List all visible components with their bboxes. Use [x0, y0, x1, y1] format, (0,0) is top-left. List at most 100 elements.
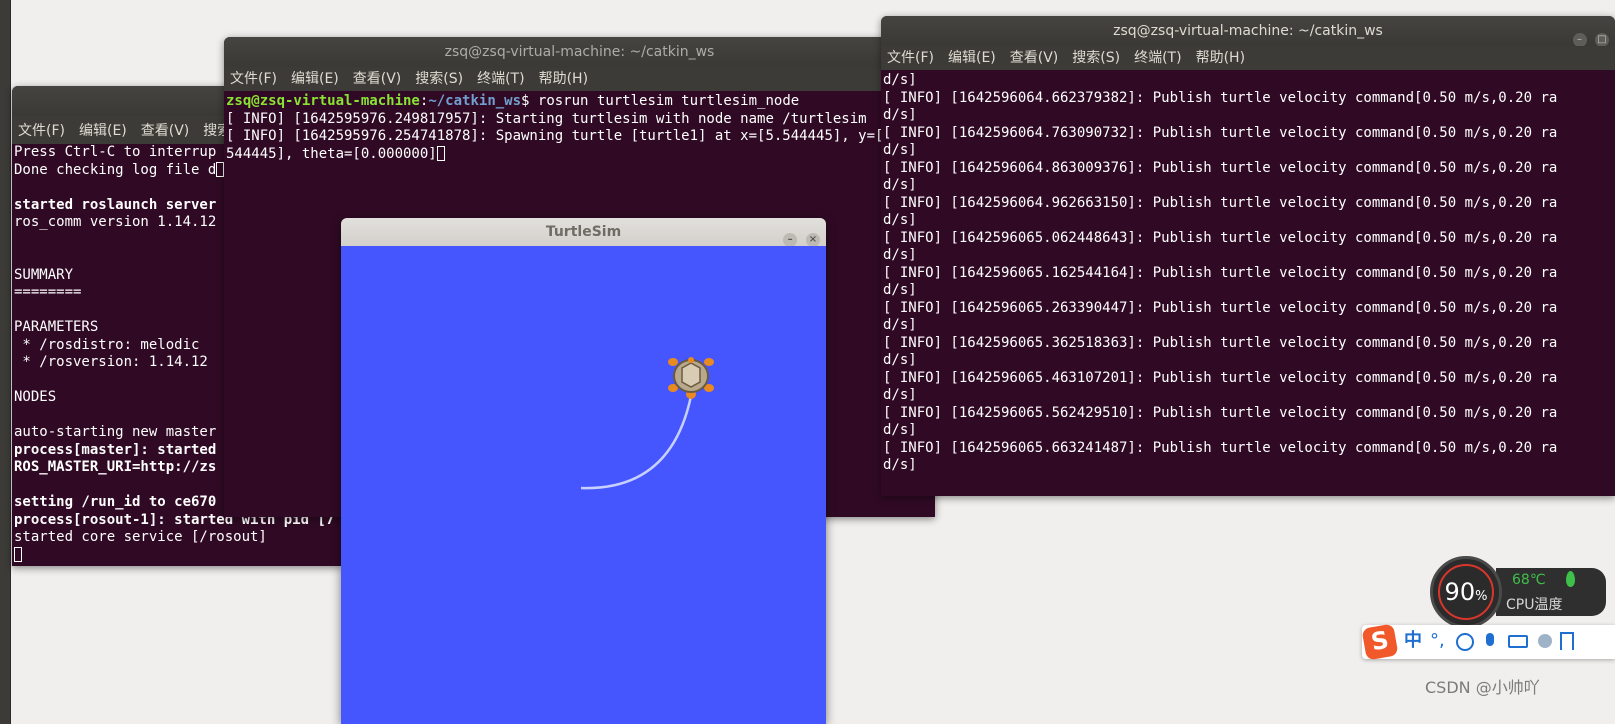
output-line-text: ros_comm version 1.14.12	[14, 214, 217, 230]
cpu-temperature-panel: 68℃ CPU温度	[1496, 568, 1606, 616]
output-line: [ INFO] [1642596065.162544164]: Publish …	[883, 264, 1558, 281]
terminal-turtlesim-title: zsq@zsq-virtual-machine: ~/catkin_ws	[444, 44, 715, 60]
upload-icon[interactable]	[1560, 632, 1574, 650]
turtle-icon	[668, 357, 714, 399]
keyboard-icon[interactable]	[1508, 635, 1528, 648]
output-line: [ INFO] [1642595976.254741878]: Spawning…	[226, 128, 901, 144]
output-line: d/s]	[883, 317, 917, 333]
cpu-usage-gauge: 90%	[1438, 564, 1494, 620]
menu-item[interactable]: 终端(T)	[1134, 50, 1181, 66]
output-line-text: * /rosdistro: melodic	[14, 336, 200, 353]
desktop-left-panel	[0, 0, 11, 724]
output-line: started core service [/rosout]	[14, 529, 342, 547]
output-line: d/s]	[883, 107, 917, 123]
ime-mode-toggle[interactable]: 中	[1404, 629, 1422, 653]
output-line: d/s]	[883, 142, 917, 158]
menu-item[interactable]: 编辑(E)	[291, 71, 339, 87]
turtle-trail-svg	[580, 357, 714, 490]
output-line-text: Done checking log file d	[14, 161, 217, 178]
output-line-text: process[master]: started	[14, 441, 217, 458]
output-line: [ INFO] [1642596065.663241487]: Publish …	[883, 439, 1558, 456]
prompt-user: zsq@zsq-virtual-machine	[226, 93, 420, 109]
output-line: d/s]	[883, 212, 917, 228]
terminal-publisher-output[interactable]: d/s][ INFO] [1642596064.662379382]: Publ…	[881, 70, 1615, 475]
prompt-dollar: $	[521, 93, 538, 109]
output-line-text: ROS_MASTER_URI=http://zs	[14, 459, 217, 475]
output-line: [ INFO] [1642596064.662379382]: Publish …	[883, 89, 1558, 106]
leaf-icon	[1566, 571, 1575, 587]
output-line: d/s]	[883, 72, 917, 88]
cpu-monitor-widget[interactable]: 68℃ CPU温度 90%	[1430, 556, 1615, 630]
command-text: rosrun turtlesim turtlesim_node	[537, 93, 800, 109]
turtlesim-window[interactable]: TurtleSim – ×	[341, 218, 826, 724]
terminal-turtlesim-titlebar[interactable]: zsq@zsq-virtual-machine: ~/catkin_ws	[224, 37, 935, 67]
output-line-text: ========	[14, 284, 82, 300]
csdn-watermark: CSDN @小帅吖	[1425, 678, 1540, 697]
text-cursor	[436, 145, 445, 161]
output-line: 544445], theta=[0.000000]	[226, 145, 437, 162]
output-line	[14, 546, 342, 565]
output-line: [ INFO] [1642596065.562429510]: Publish …	[883, 404, 1558, 421]
cpu-usage-unit: %	[1475, 589, 1488, 604]
output-line: [ INFO] [1642596065.062448643]: Publish …	[883, 229, 1558, 246]
output-line: [ INFO] [1642596064.763090732]: Publish …	[883, 124, 1558, 141]
output-line: d/s]	[883, 352, 917, 368]
cpu-temperature: 68℃	[1512, 572, 1546, 588]
output-line-text: * /rosversion: 1.14.12	[14, 354, 208, 370]
close-icon[interactable]: ×	[806, 233, 820, 247]
terminal-publisher-menubar: 文件(F) 编辑(E) 查看(V) 搜索(S) 终端(T) 帮助(H)	[881, 46, 1615, 70]
menu-item[interactable]: 搜索(S)	[415, 71, 463, 87]
minimize-icon[interactable]: –	[783, 233, 798, 247]
output-line: [ INFO] [1642596064.962663150]: Publish …	[883, 194, 1558, 211]
cpu-temperature-label: CPU温度	[1506, 597, 1563, 613]
menu-item[interactable]: 编辑(E)	[948, 50, 996, 66]
turtle-trail	[580, 395, 693, 490]
sogou-logo-icon[interactable]: S	[1361, 623, 1399, 661]
turtlesim-canvas	[341, 246, 826, 724]
menu-item[interactable]: 查看(V)	[1010, 50, 1059, 66]
maximize-icon[interactable]: □	[1595, 33, 1609, 46]
menu-item[interactable]: 文件(F)	[18, 123, 65, 139]
menu-item[interactable]: 搜索(S)	[1072, 50, 1120, 66]
output-line-text: setting /run_id to ce670	[14, 494, 217, 510]
menu-item[interactable]: 查看(V)	[141, 123, 190, 139]
user-icon[interactable]	[1538, 634, 1552, 648]
menu-item[interactable]: 文件(F)	[230, 71, 277, 87]
output-line: [ INFO] [1642596064.863009376]: Publish …	[883, 159, 1558, 176]
menu-item[interactable]: 终端(T)	[477, 71, 524, 87]
ime-toolbar[interactable]: S 中 °,	[1361, 623, 1615, 661]
output-line-text: auto-starting new master	[14, 424, 217, 440]
smile-icon[interactable]	[1456, 633, 1474, 651]
menu-item[interactable]: 查看(V)	[353, 71, 402, 87]
output-line: d/s]	[883, 387, 917, 403]
prompt-path: ~/catkin_ws	[428, 93, 522, 109]
microphone-icon[interactable]	[1486, 633, 1494, 646]
turtlesim-title: TurtleSim	[545, 224, 622, 240]
output-line-text: started roslaunch server	[14, 196, 217, 213]
ime-punctuation-toggle[interactable]: °,	[1430, 629, 1445, 653]
output-line-text: NODES	[14, 389, 57, 405]
output-line: [ INFO] [1642596065.263390447]: Publish …	[883, 299, 1558, 316]
cpu-usage-value: 90	[1444, 578, 1476, 606]
output-line: [ INFO] [1642596065.362518363]: Publish …	[883, 334, 1558, 351]
output-line-text: SUMMARY	[14, 266, 74, 283]
output-line: d/s]	[883, 422, 917, 438]
menu-item[interactable]: 编辑(E)	[79, 123, 127, 139]
terminal-publisher-titlebar[interactable]: zsq@zsq-virtual-machine: ~/catkin_ws – □	[881, 16, 1615, 46]
minimize-icon[interactable]: –	[1572, 33, 1587, 46]
terminal-turtlesim-menubar: 文件(F) 编辑(E) 查看(V) 搜索(S) 终端(T) 帮助(H)	[224, 67, 935, 91]
output-line: [ INFO] [1642595976.249817957]: Starting…	[226, 110, 867, 127]
output-line-text: Press Ctrl-C to interrup	[14, 144, 217, 160]
output-line: d/s]	[883, 247, 917, 263]
menu-item[interactable]: 文件(F)	[887, 50, 934, 66]
output-line-text: started core service [/rosout]	[14, 529, 267, 545]
terminal-publisher-window[interactable]: zsq@zsq-virtual-machine: ~/catkin_ws – □…	[881, 16, 1615, 496]
menu-item[interactable]: 帮助(H)	[539, 71, 588, 87]
output-line: [ INFO] [1642596065.463107201]: Publish …	[883, 369, 1558, 386]
output-line: d/s]	[883, 457, 917, 473]
terminal-publisher-title: zsq@zsq-virtual-machine: ~/catkin_ws	[1113, 23, 1383, 39]
turtlesim-titlebar[interactable]: TurtleSim – ×	[341, 218, 826, 247]
menu-item[interactable]: 帮助(H)	[1196, 50, 1245, 66]
output-line-text: PARAMETERS	[14, 319, 99, 335]
terminal-turtlesim-output[interactable]: zsq@zsq-virtual-machine:~/catkin_ws$ ros…	[224, 91, 935, 163]
